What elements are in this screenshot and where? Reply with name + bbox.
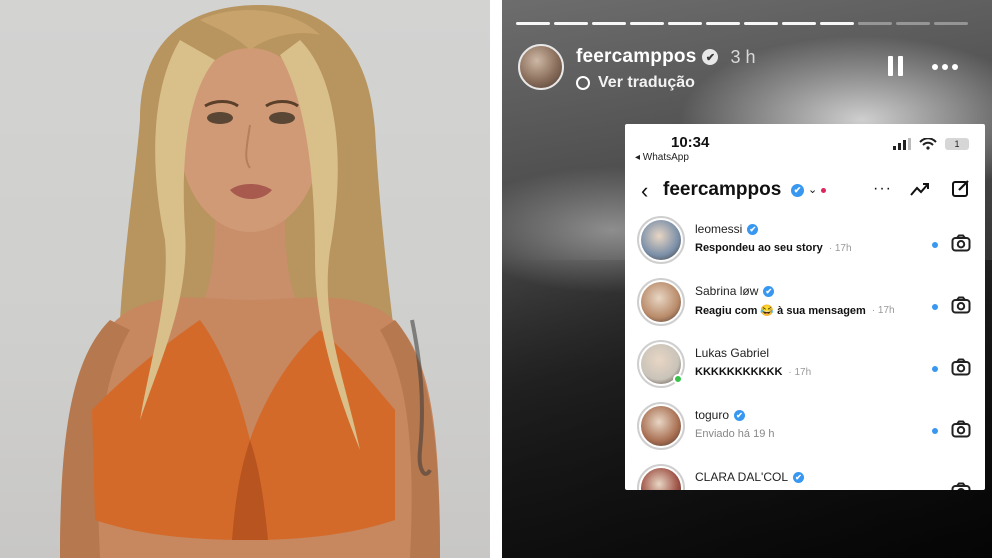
verified-badge-icon: ✔ (702, 49, 719, 65)
progress-segment (630, 22, 664, 25)
more-options-button[interactable] (932, 64, 958, 70)
story-username[interactable]: feercamppos (576, 46, 696, 68)
translate-row[interactable]: Ver tradução (576, 74, 756, 92)
chevron-down-icon[interactable]: ⌄ (808, 183, 817, 196)
instagram-story: feercamppos ✔ 3 h Ver tradução 10:34 ◂ W… (502, 0, 992, 558)
pause-button[interactable] (888, 56, 903, 76)
conversation-preview: KKKKKKKKKKK (695, 366, 783, 378)
portrait-photo (0, 0, 490, 558)
translate-icon (576, 76, 590, 90)
unread-dot (932, 242, 938, 248)
story-header: feercamppos ✔ 3 h Ver tradução (518, 44, 756, 92)
conversation-row[interactable]: CLARA DAL'COL ✔ (625, 462, 985, 490)
back-chevron-icon[interactable]: ‹ (641, 178, 648, 204)
progress-segment (820, 22, 854, 25)
more-icon[interactable]: ··· (873, 180, 892, 198)
conversation-name: toguro (695, 408, 730, 422)
more-dot-icon (932, 64, 938, 70)
conversation-preview-line: Enviado há 19 h (695, 428, 775, 440)
progress-segment (858, 22, 892, 25)
pause-icon-bar (898, 56, 903, 76)
status-time: 10:34 (671, 134, 710, 151)
back-to-app-link[interactable]: ◂ WhatsApp (635, 152, 689, 163)
ios-status-bar: 10:34 ◂ WhatsApp 1 (625, 124, 985, 166)
conversation-name: leomessi (695, 222, 743, 236)
profile-avatar[interactable] (518, 44, 564, 90)
more-dot-icon (942, 64, 948, 70)
camera-icon[interactable] (951, 358, 971, 376)
verified-badge-icon: ✔ (791, 184, 804, 197)
wifi-icon (919, 138, 937, 150)
conversation-name: Sabrina løw (695, 284, 759, 298)
story-user-row: feercamppos ✔ 3 h (576, 46, 756, 68)
online-status-dot (673, 374, 683, 384)
conversation-row[interactable]: leomessi ✔ Respondeu ao seu story · 17h (625, 214, 985, 276)
pause-icon-bar (888, 56, 893, 76)
conversation-row[interactable]: Lukas Gabriel KKKKKKKKKKK · 17h (625, 338, 985, 400)
conversation-time: · 17h (871, 305, 895, 316)
compose-icon[interactable] (951, 178, 971, 198)
progress-segment (744, 22, 778, 25)
progress-segment (934, 22, 968, 25)
conversation-name-line: CLARA DAL'COL ✔ (695, 470, 804, 484)
conversation-preview: Respondeu ao seu story (695, 242, 823, 254)
trending-icon[interactable] (909, 180, 931, 198)
verified-badge-icon: ✔ (763, 285, 775, 297)
conversation-row[interactable]: toguro ✔ Enviado há 19 h (625, 400, 985, 462)
conversation-preview-line: Respondeu ao seu story · 17h (695, 242, 852, 254)
verified-badge-icon: ✔ (734, 409, 746, 421)
progress-segment (706, 22, 740, 25)
notification-dot (821, 188, 826, 193)
conversation-preview-line: KKKKKKKKKKK · 17h (695, 366, 811, 378)
camera-icon[interactable] (951, 420, 971, 438)
story-timestamp: 3 h (730, 46, 756, 67)
avatar[interactable] (637, 402, 685, 450)
translate-label[interactable]: Ver tradução (598, 74, 695, 92)
story-meta: feercamppos ✔ 3 h Ver tradução (576, 46, 756, 92)
progress-segment (896, 22, 930, 25)
conversation-name-line: Lukas Gabriel (695, 346, 769, 360)
conversation-name-line: toguro ✔ (695, 408, 746, 422)
status-icons: 1 (893, 138, 969, 150)
conversation-name-line: Sabrina løw ✔ (695, 284, 775, 298)
dm-header: ‹ feercamppos ✔ ⌄ ··· (625, 174, 985, 208)
unread-dot (932, 304, 938, 310)
conversation-name-line: leomessi ✔ (695, 222, 759, 236)
dm-account-name[interactable]: feercamppos (663, 179, 781, 201)
verified-badge-icon: ✔ (793, 471, 804, 483)
progress-segment (592, 22, 626, 25)
more-dot-icon (952, 64, 958, 70)
avatar[interactable] (637, 278, 685, 326)
dm-screenshot: 10:34 ◂ WhatsApp 1 ‹ feercamppos ✔ ⌄ ··· (625, 124, 985, 490)
conversation-time: · 17h (828, 242, 852, 254)
progress-segment (668, 22, 702, 25)
conversation-name: Lukas Gabriel (695, 346, 770, 360)
conversation-preview-line: Reagiu com 😂 à sua mensagem · 17h (695, 304, 895, 317)
avatar[interactable] (637, 216, 685, 264)
signal-icon (893, 138, 911, 150)
progress-segment (516, 22, 550, 25)
battery-icon: 1 (945, 138, 969, 150)
unread-dot (932, 428, 938, 434)
unread-dot (932, 366, 938, 372)
avatar[interactable] (637, 464, 685, 490)
progress-segment (554, 22, 588, 25)
story-progress-bar (516, 22, 968, 25)
camera-icon[interactable] (951, 482, 971, 490)
conversation-row[interactable]: Sabrina løw ✔ Reagiu com 😂 à sua mensagem ·… (625, 276, 985, 338)
conversation-name: CLARA DAL'COL (695, 470, 788, 484)
conversation-preview: Reagiu com 😂 à sua mensagem (695, 305, 866, 317)
camera-icon[interactable] (951, 234, 971, 252)
conversation-time: · 17h (788, 366, 812, 378)
conversation-list: leomessi ✔ Respondeu ao seu story · 17h Sabr… (625, 214, 985, 490)
camera-icon[interactable] (951, 296, 971, 314)
verified-badge-icon: ✔ (747, 223, 759, 235)
portrait-illustration (60, 5, 440, 558)
progress-segment (782, 22, 816, 25)
conversation-preview: Enviado há 19 h (695, 428, 775, 440)
